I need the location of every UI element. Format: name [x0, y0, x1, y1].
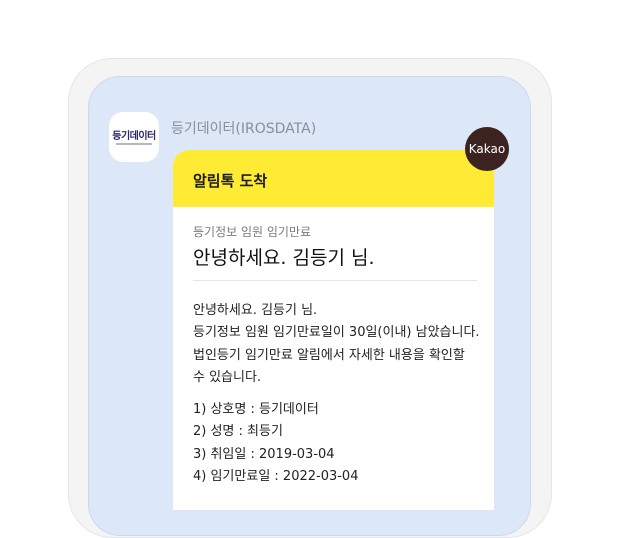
message-body-line: 법인등기 임기만료 알림에서 자세한 내용을 확인할: [193, 347, 465, 363]
detail-appointment-date: 3) 취임일 : 2019-03-04: [193, 446, 335, 462]
message-header-title: 알림톡 도착: [193, 172, 268, 190]
alimtalk-message-bubble: 알림톡 도착 등기정보 임원 임기만료 안녕하세요. 김등기 님. 안녕하세요.…: [173, 150, 494, 510]
sender-avatar[interactable]: 등기데이터: [109, 112, 159, 162]
message-title: 안녕하세요. 김등기 님.: [193, 247, 375, 269]
sender-logo-tagline: [116, 143, 152, 145]
message-body-line: 안녕하세요. 김등기 님.: [193, 303, 318, 318]
message-body-line: 수 있습니다.: [193, 369, 262, 385]
message-subtitle: 등기정보 임원 임기만료: [193, 225, 312, 239]
sender-name: 등기데이터(IROSDATA): [171, 121, 317, 137]
message-divider: [193, 280, 477, 281]
detail-person-name: 2) 성명 : 최등기: [193, 424, 283, 440]
kakao-badge: Kakao: [465, 127, 509, 171]
sender-logo: 등기데이터: [112, 131, 156, 142]
message-header: 알림톡 도착: [173, 150, 494, 207]
detail-term-expiry-date: 4) 임기만료일 : 2022-03-04: [193, 468, 359, 484]
message-body-line: 등기정보 임원 임기만료일이 30일(이내) 남았습니다.: [193, 325, 480, 341]
detail-company-name: 1) 상호명 : 등기데이터: [193, 402, 319, 417]
message-body: 안녕하세요. 김등기 님. 등기정보 임원 임기만료일이 30일(이내) 남았습…: [193, 300, 489, 389]
message-details: 1) 상호명 : 등기데이터 2) 성명 : 최등기 3) 취임일 : 2019…: [193, 399, 489, 488]
